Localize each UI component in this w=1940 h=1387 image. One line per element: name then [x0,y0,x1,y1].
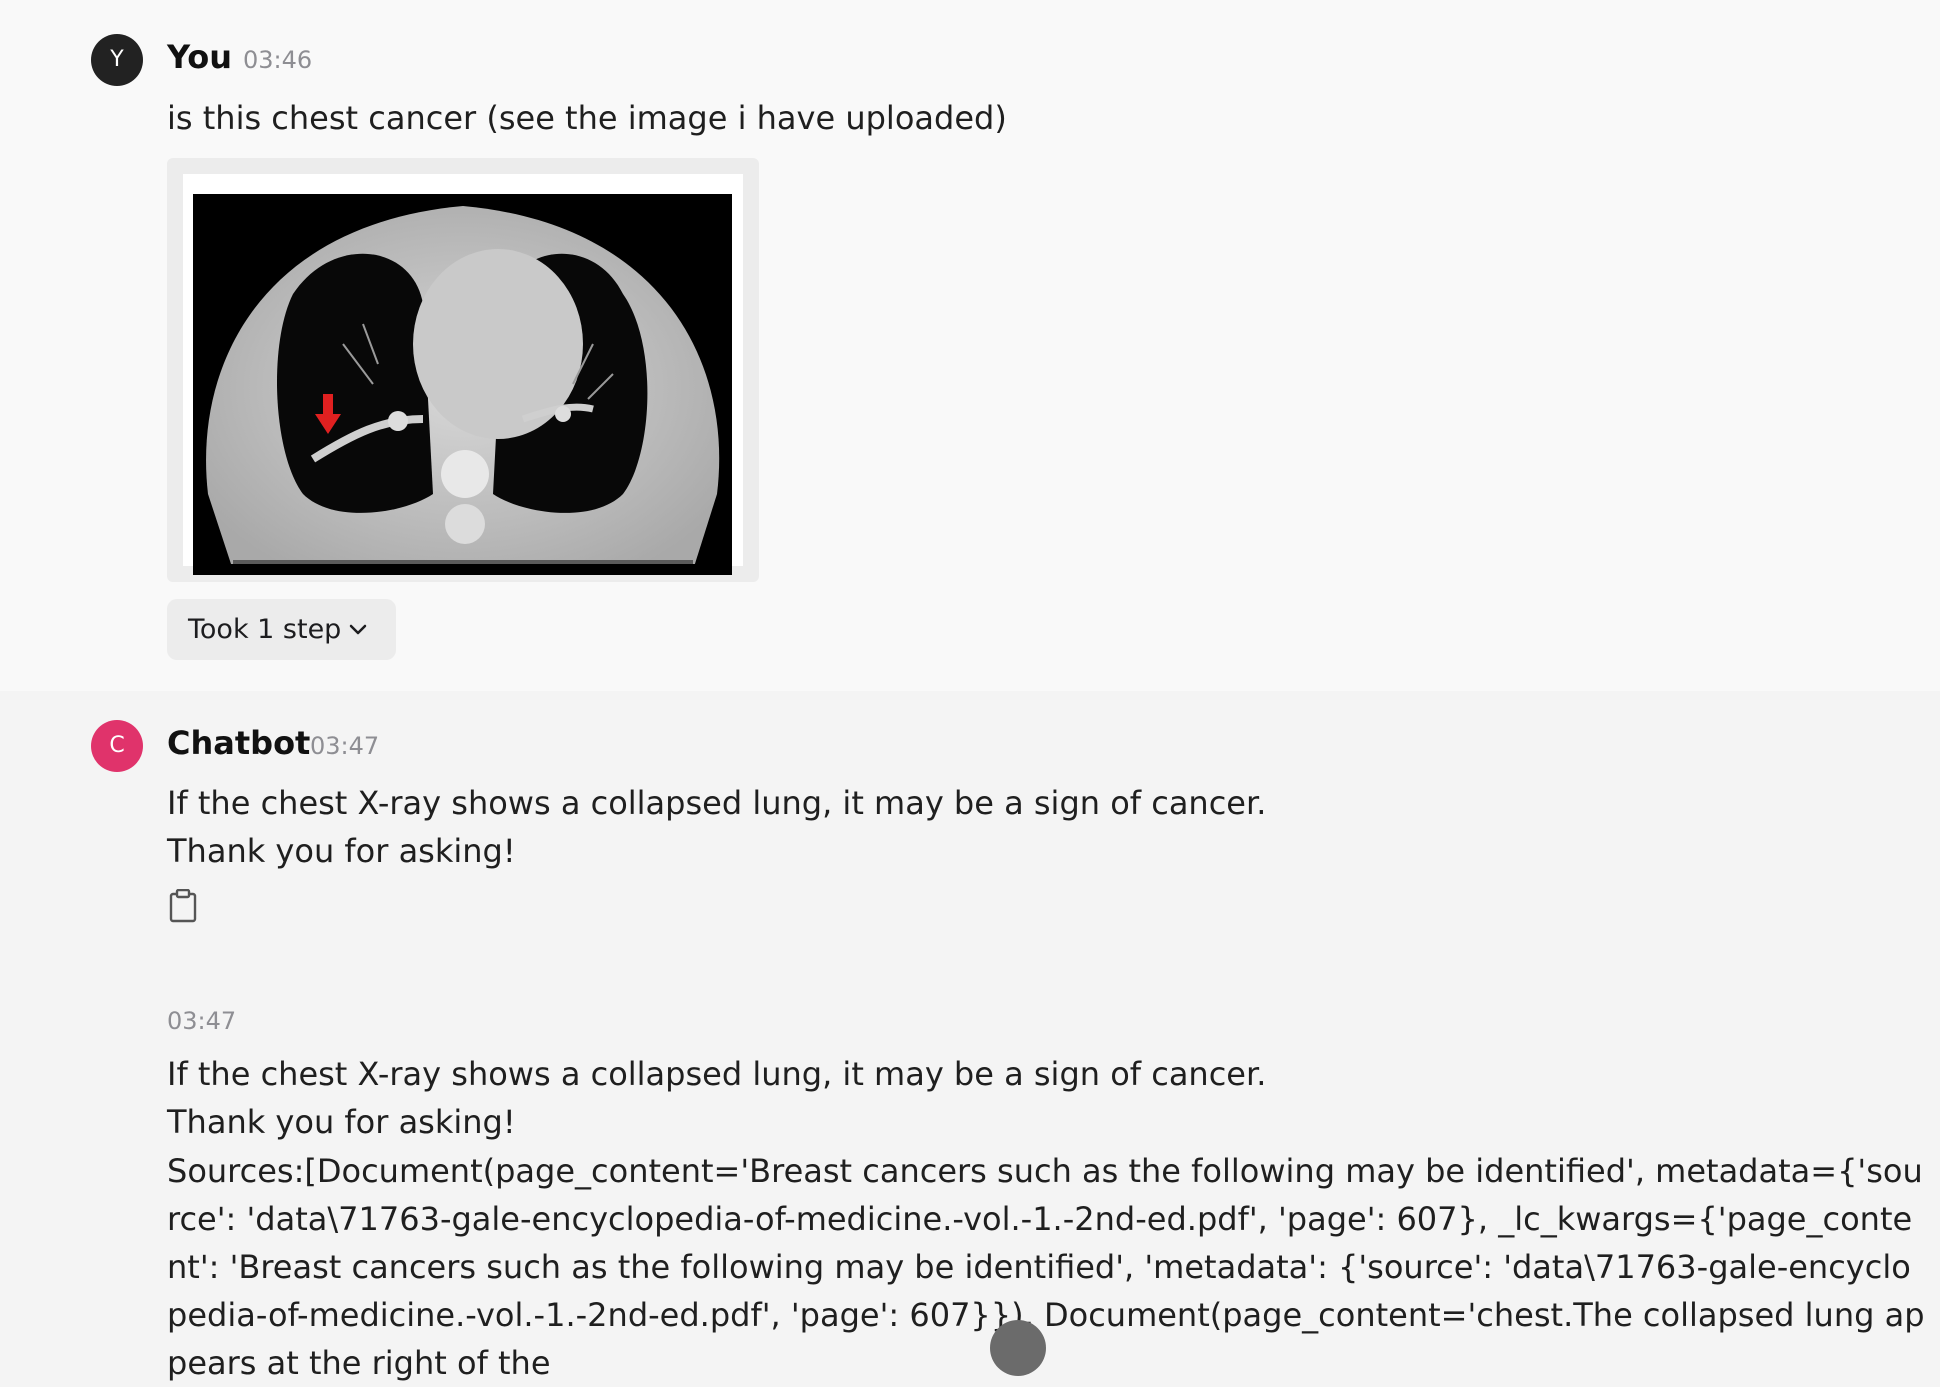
user-message: Y You 03:46 is this chest cancer (see th… [0,0,1940,691]
user-avatar: Y [91,34,143,86]
took-steps-toggle[interactable]: Took 1 step [167,599,396,660]
scroll-down-button[interactable] [990,1320,1046,1376]
bot-message-time: 03:47 [310,732,380,760]
bot-avatar: C [91,720,143,772]
user-message-time: 03:46 [243,46,313,74]
took-steps-label: Took 1 step [188,614,342,645]
user-message-text: is this chest cancer (see the image i ha… [167,99,1007,137]
bot-message-2-line-2: Thank you for asking! [167,1103,516,1141]
chest-ct-image [193,194,732,575]
bot-message-line-1: If the chest X-ray shows a collapsed lun… [167,784,1267,822]
bot-message-line-2: Thank you for asking! [167,832,516,870]
bot-author-name: Chatbot [167,724,311,762]
chevron-down-icon [349,624,367,635]
clipboard-icon[interactable] [169,889,197,923]
bot-message-2-line-1: If the chest X-ray shows a collapsed lun… [167,1055,1267,1093]
bot-message-2-time: 03:47 [167,1007,237,1035]
bot-message-sources: Sources:[Document(page_content='Breast c… [167,1152,1925,1382]
uploaded-image[interactable] [167,158,759,582]
user-author-name: You [167,38,232,76]
